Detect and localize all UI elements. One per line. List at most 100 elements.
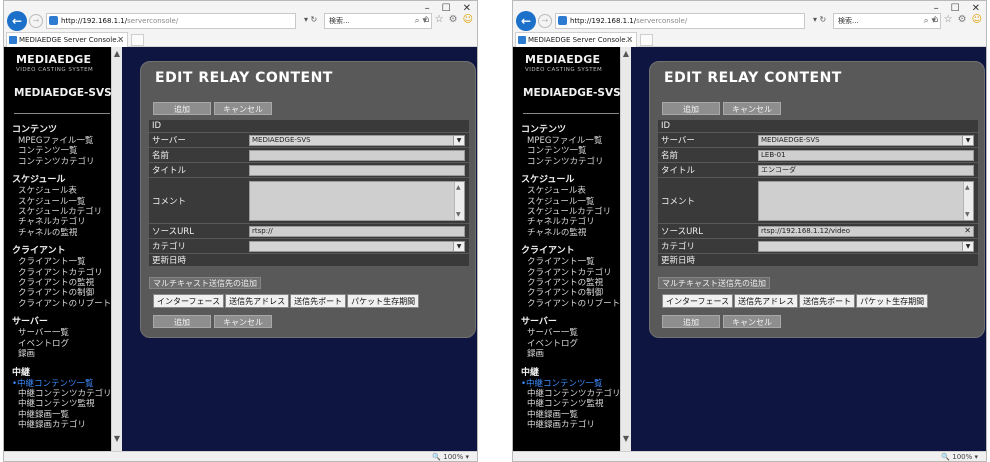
scroll-down-icon[interactable]: ▼	[456, 211, 461, 218]
forward-icon[interactable]: →	[29, 14, 43, 28]
sidebar-item[interactable]: コンテンツ一覧	[12, 146, 120, 156]
sidebar-item[interactable]: クライアント一覧	[521, 257, 629, 267]
close-icon[interactable]: ✕	[972, 3, 980, 14]
server-select[interactable]: MEDIAEDGE-SVS ▼	[249, 134, 465, 146]
scroll-up-icon[interactable]: ▲	[456, 184, 461, 191]
name-input[interactable]	[249, 149, 465, 161]
address-bar[interactable]: http://192.168.1.1/serverconsole/	[46, 13, 296, 29]
comment-scrollbar[interactable]: ▲ ▼	[963, 181, 973, 220]
new-tab-button[interactable]	[131, 34, 144, 46]
tab-close-icon[interactable]: ✕	[626, 33, 633, 47]
sidebar-item[interactable]: クライアントカテゴリ	[12, 268, 120, 278]
feedback-smiley-icon[interactable]: ☺	[463, 14, 473, 25]
sidebar-item[interactable]: クライアントの監視	[12, 278, 120, 288]
sidebar-item[interactable]: サーバー一覧	[521, 328, 629, 338]
sidebar-item[interactable]: スケジュール一覧	[12, 197, 120, 207]
sidebar-item[interactable]: コンテンツカテゴリ	[12, 157, 120, 167]
search-input[interactable]: 検索... ⌕ ▾	[833, 13, 941, 29]
address-bar[interactable]: http://192.168.1.1/serverconsole/	[555, 13, 805, 29]
scroll-down-icon[interactable]: ▼	[965, 211, 970, 218]
title-input[interactable]	[249, 164, 465, 176]
sidebar-item[interactable]: サーバー一覧	[12, 328, 120, 338]
add-button[interactable]: 追加	[662, 102, 720, 115]
sidebar-item[interactable]: 中継コンテンツカテゴリ	[12, 389, 120, 399]
sidebar-item-active[interactable]: •中継コンテンツ一覧	[521, 379, 629, 389]
sidebar-item[interactable]: コンテンツカテゴリ	[521, 157, 629, 167]
name-input[interactable]: LEB-01	[758, 149, 974, 161]
add-multicast-destination-button[interactable]: マルチキャスト送信先の追加	[658, 277, 770, 289]
sidebar-item[interactable]: チャネルの監視	[521, 228, 629, 238]
sidebar-item[interactable]: 録画	[12, 349, 120, 359]
scroll-down-icon[interactable]: ▼	[621, 434, 631, 443]
feedback-smiley-icon[interactable]: ☺	[972, 14, 982, 25]
sidebar-item[interactable]: 録画	[521, 349, 629, 359]
chevron-down-icon[interactable]: ▼	[962, 241, 973, 251]
sidebar-item[interactable]: 中継コンテンツ監視	[12, 399, 120, 409]
home-icon[interactable]: ⌂	[932, 14, 938, 25]
sidebar-item[interactable]: スケジュール表	[521, 186, 629, 196]
sidebar-item[interactable]: クライアントの監視	[521, 278, 629, 288]
sidebar-item[interactable]: 中継録画一覧	[12, 410, 120, 420]
sidebar-item[interactable]: チャネルカテゴリ	[12, 217, 120, 227]
sidebar-item[interactable]: 中継録画一覧	[521, 410, 629, 420]
source-url-input[interactable]: rtsp://	[249, 225, 465, 237]
sidebar-item[interactable]: クライアントの制御	[12, 288, 120, 298]
sidebar-item[interactable]: MPEGファイル一覧	[521, 136, 629, 146]
home-icon[interactable]: ⌂	[423, 14, 429, 25]
category-select[interactable]: ▼	[758, 240, 974, 252]
scroll-up-icon[interactable]: ▲	[965, 184, 970, 191]
sidebar-item[interactable]: スケジュール一覧	[521, 197, 629, 207]
add-multicast-destination-button[interactable]: マルチキャスト送信先の追加	[149, 277, 261, 289]
cancel-button[interactable]: キャンセル	[723, 315, 781, 328]
sidebar-item[interactable]: クライアントの制御	[521, 288, 629, 298]
back-icon[interactable]: ←	[516, 11, 536, 31]
zoom-level[interactable]: 🔍 100% ▾	[432, 453, 469, 461]
chevron-down-icon[interactable]: ▼	[453, 135, 464, 145]
scroll-up-icon[interactable]: ▲	[621, 49, 631, 58]
sidebar-item[interactable]: クライアント一覧	[12, 257, 120, 267]
settings-gear-icon[interactable]: ⚙	[958, 14, 967, 25]
zoom-level[interactable]: 🔍 100% ▾	[941, 453, 978, 461]
sidebar-item[interactable]: クライアントのリブート	[521, 299, 629, 309]
comment-scrollbar[interactable]: ▲ ▼	[454, 181, 464, 220]
sidebar-item[interactable]: コンテンツ一覧	[521, 146, 629, 156]
tab-close-icon[interactable]: ✕	[117, 33, 124, 47]
sidebar-item[interactable]: イベントログ	[521, 339, 629, 349]
sidebar-item[interactable]: 中継コンテンツカテゴリ	[521, 389, 629, 399]
cancel-button[interactable]: キャンセル	[723, 102, 781, 115]
sidebar-item[interactable]: クライアントカテゴリ	[521, 268, 629, 278]
clear-icon[interactable]: ✕	[964, 227, 971, 235]
sidebar-item[interactable]: クライアントのリブート	[12, 299, 120, 309]
maximize-icon[interactable]: ☐	[442, 3, 451, 14]
title-input[interactable]: エンコーダ	[758, 164, 974, 176]
comment-textarea[interactable]: ▲ ▼	[249, 180, 465, 221]
favorites-star-icon[interactable]: ☆	[944, 14, 953, 25]
sidebar-item[interactable]: スケジュールカテゴリ	[521, 207, 629, 217]
cancel-button[interactable]: キャンセル	[214, 102, 272, 115]
browser-tab[interactable]: MEDIAEDGE Server Console... ✕	[6, 32, 128, 47]
sidebar-item[interactable]: チャネルカテゴリ	[521, 217, 629, 227]
sidebar-item-active[interactable]: •中継コンテンツ一覧	[12, 379, 120, 389]
browser-tab[interactable]: MEDIAEDGE Server Console... ✕	[515, 32, 637, 47]
back-icon[interactable]: ←	[7, 11, 27, 31]
sidebar-item[interactable]: 中継コンテンツ監視	[521, 399, 629, 409]
add-button[interactable]: 追加	[153, 102, 211, 115]
cancel-button[interactable]: キャンセル	[214, 315, 272, 328]
sidebar-item[interactable]: MPEGファイル一覧	[12, 136, 120, 146]
sidebar-item[interactable]: 中継録画カテゴリ	[12, 420, 120, 430]
maximize-icon[interactable]: ☐	[951, 3, 960, 14]
sidebar-item[interactable]: イベントログ	[12, 339, 120, 349]
chevron-down-icon[interactable]: ▼	[962, 135, 973, 145]
comment-textarea[interactable]: ▲ ▼	[758, 180, 974, 221]
sidebar-item[interactable]: チャネルの監視	[12, 228, 120, 238]
forward-icon[interactable]: →	[538, 14, 552, 28]
category-select[interactable]: ▼	[249, 240, 465, 252]
refresh-icon[interactable]: ▾ ↻	[304, 15, 317, 24]
sidebar-item[interactable]: スケジュール表	[12, 186, 120, 196]
sidebar-item[interactable]: 中継録画カテゴリ	[521, 420, 629, 430]
add-button[interactable]: 追加	[662, 315, 720, 328]
search-input[interactable]: 検索... ⌕ ▾	[324, 13, 432, 29]
chevron-down-icon[interactable]: ▼	[453, 241, 464, 251]
scroll-down-icon[interactable]: ▼	[112, 434, 122, 443]
favorites-star-icon[interactable]: ☆	[435, 14, 444, 25]
